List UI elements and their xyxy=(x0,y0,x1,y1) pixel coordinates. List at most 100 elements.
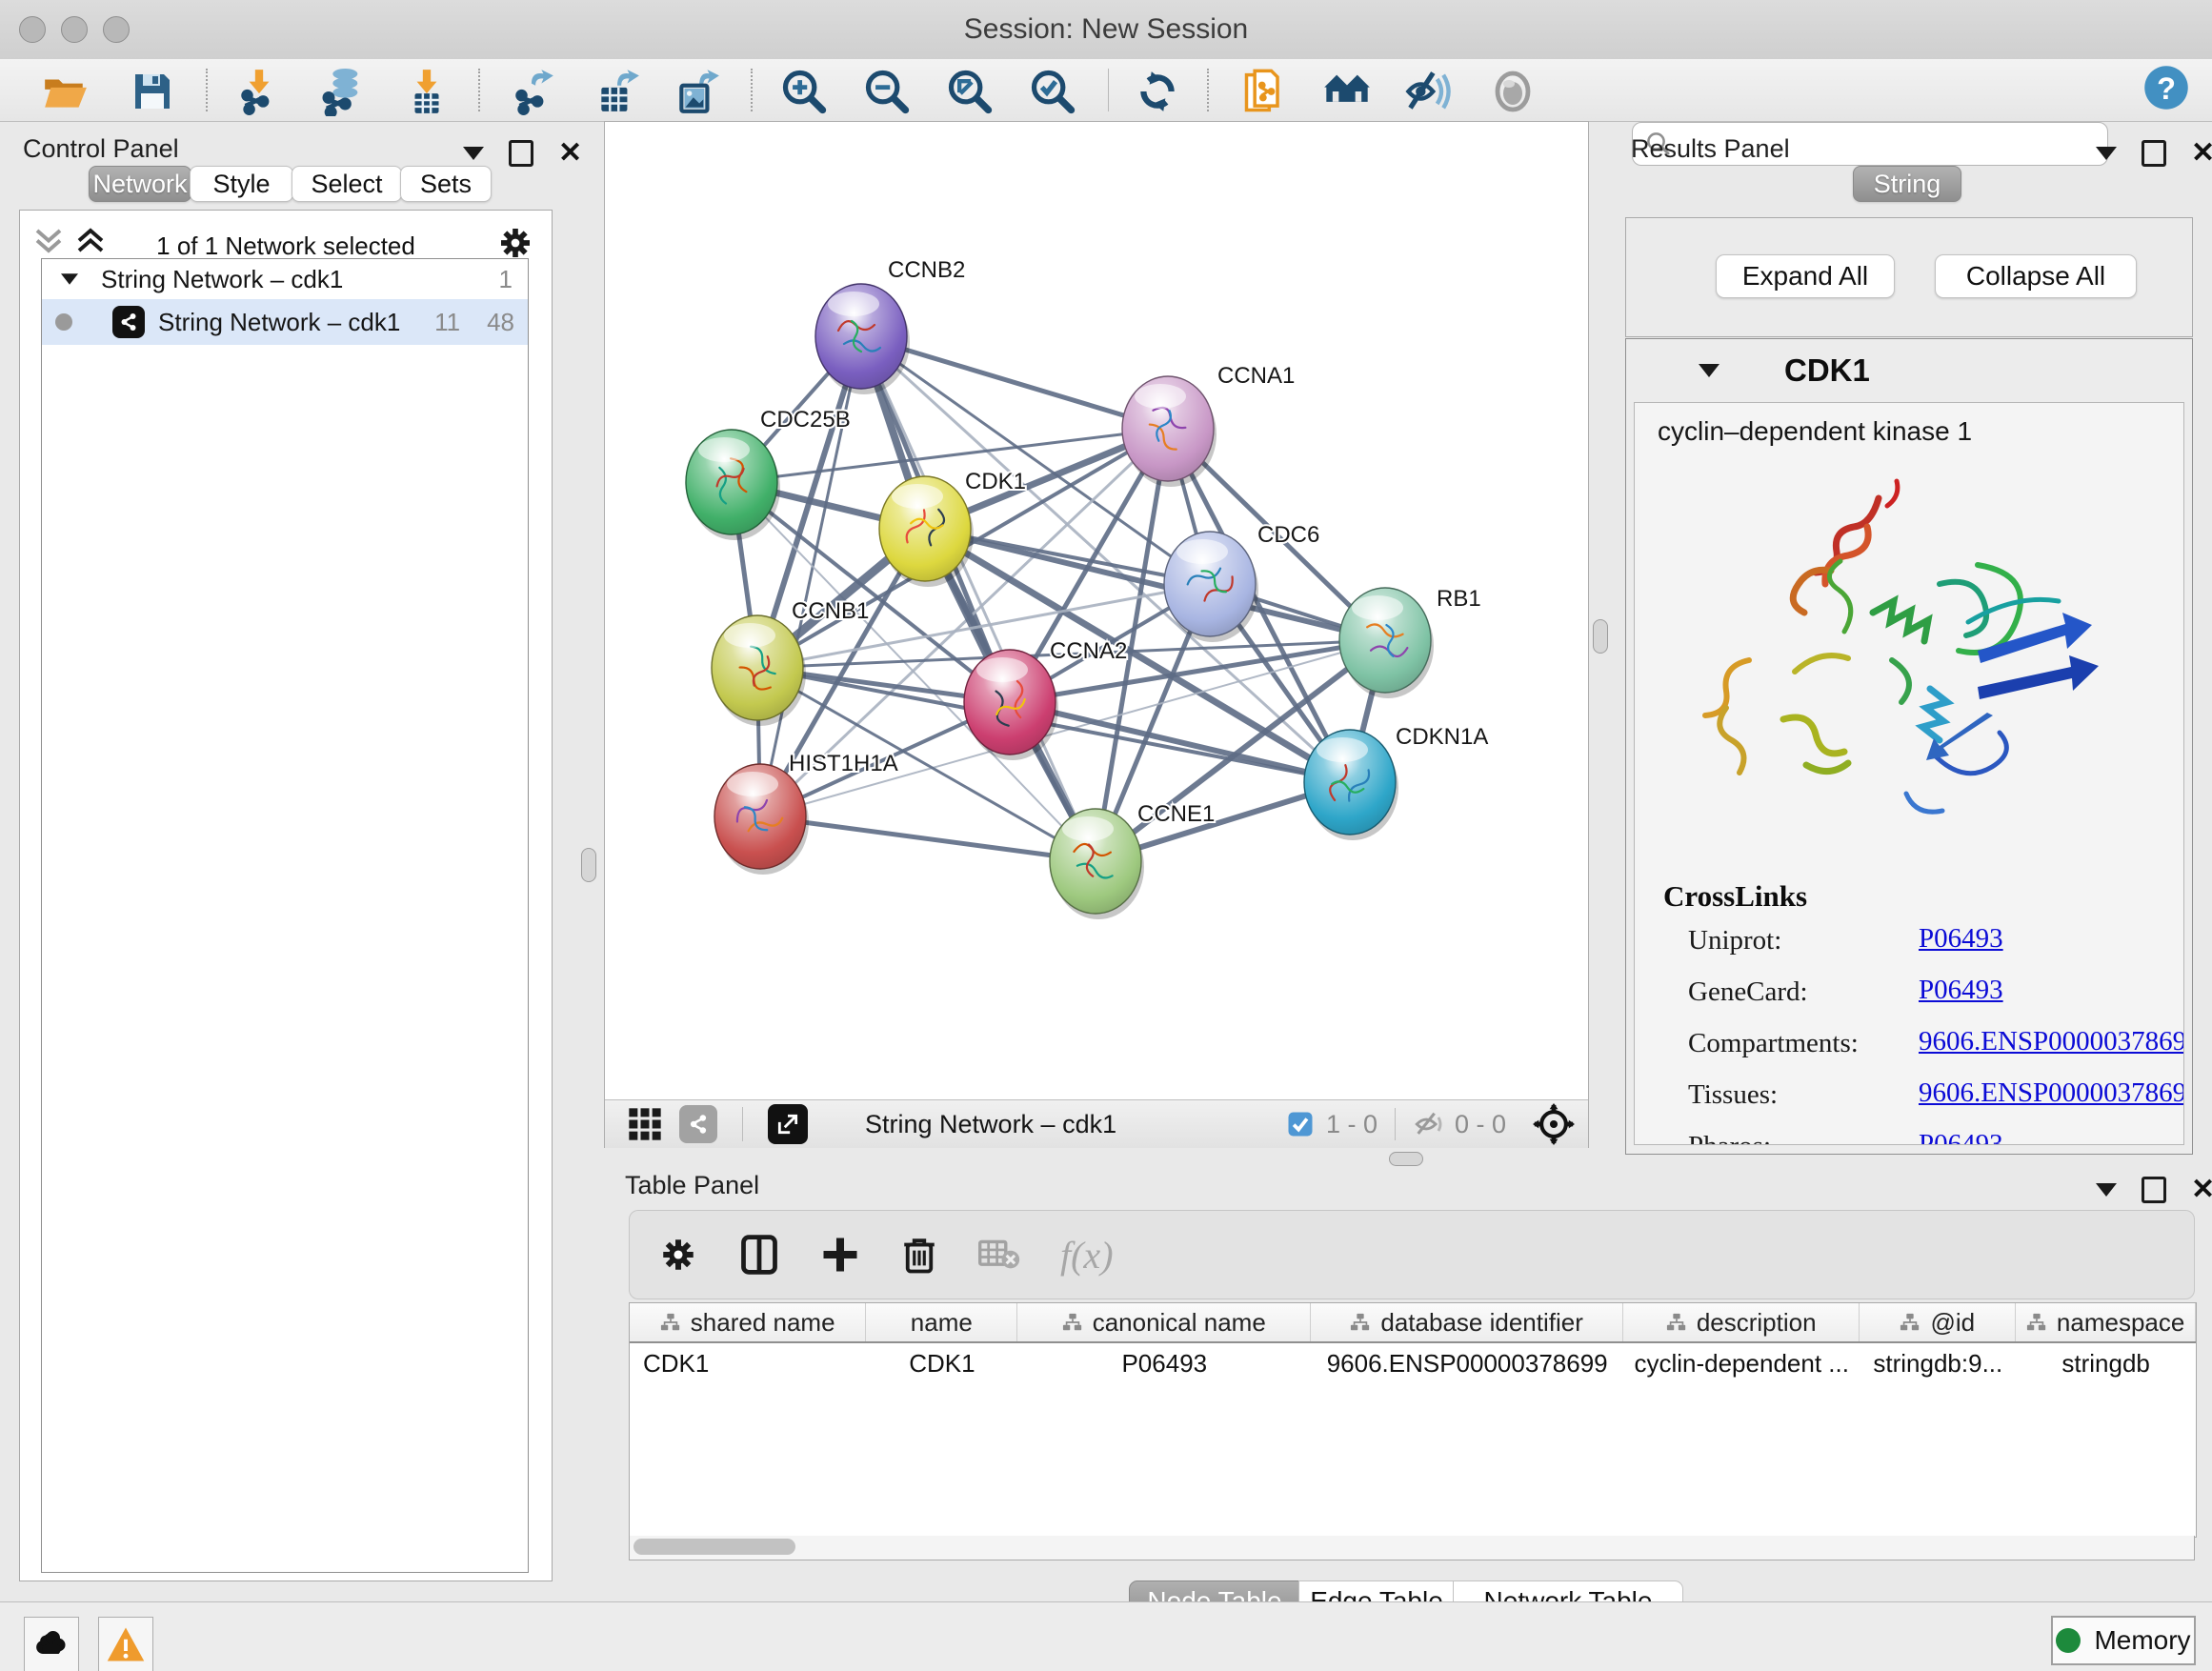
expand-all-button[interactable]: Expand All xyxy=(1716,254,1895,298)
panel-float-icon[interactable] xyxy=(509,140,533,167)
section-collapse-icon[interactable] xyxy=(1699,364,1719,377)
tab-string-results[interactable]: String xyxy=(1853,166,1961,202)
genecard-link[interactable]: P06493 xyxy=(1919,975,2003,1006)
network-node-ccnb1[interactable]: CCNB1 xyxy=(712,598,869,726)
zoom-out-icon[interactable] xyxy=(862,67,912,116)
node-label: CDKN1A xyxy=(1396,724,1488,750)
zoom-selected-icon[interactable] xyxy=(1028,67,1077,116)
tissues-link[interactable]: 9606.ENSP00000378699 xyxy=(1919,1077,2184,1109)
network-node-cdkn1a[interactable]: CDKN1A xyxy=(1304,724,1488,840)
node-label: CDK1 xyxy=(965,469,1026,494)
grid-view-icon[interactable] xyxy=(626,1105,664,1143)
zoom-fit-icon[interactable] xyxy=(945,67,995,116)
column-type-icon xyxy=(1062,1312,1083,1333)
hidden-eye-icon[interactable] xyxy=(1413,1108,1445,1140)
panel-menu-icon[interactable] xyxy=(2096,1183,2117,1197)
network-node-cdk1[interactable]: CDK1 xyxy=(879,469,1026,587)
show-eye-icon[interactable] xyxy=(1488,67,1538,116)
network-node-rb1[interactable]: RB1 xyxy=(1339,586,1481,698)
network-node-ccna2[interactable]: CCNA2 xyxy=(964,638,1127,760)
zoom-in-icon[interactable] xyxy=(779,67,829,116)
node-count: 11 xyxy=(434,308,460,337)
network-collection-row[interactable]: String Network – cdk1 1 xyxy=(42,259,528,299)
protein-section-header[interactable]: CDK1 xyxy=(1626,339,2192,402)
export-image-icon[interactable] xyxy=(673,67,722,116)
warnings-button[interactable] xyxy=(98,1617,153,1671)
table-options-gear-icon[interactable] xyxy=(658,1235,698,1275)
panel-close-icon[interactable]: ✕ xyxy=(2191,1180,2212,1199)
table-cell[interactable]: stringdb:9... xyxy=(1860,1343,2016,1383)
selected-checkbox-icon[interactable] xyxy=(1286,1110,1315,1138)
pharos-link[interactable]: P06493 xyxy=(1919,1129,2003,1145)
panel-menu-icon[interactable] xyxy=(2096,147,2117,160)
export-network-icon[interactable] xyxy=(509,67,558,116)
tab-sets[interactable]: Sets xyxy=(400,166,492,202)
network-node-cdc25b[interactable]: CDC25B xyxy=(686,407,851,540)
birdseye-toggle-icon[interactable] xyxy=(1533,1103,1575,1145)
table-cell[interactable]: CDK1 xyxy=(630,1343,866,1383)
column-header-canonicalname[interactable]: canonical name xyxy=(1017,1303,1311,1341)
panel-float-icon[interactable] xyxy=(2142,140,2166,167)
homes-icon[interactable] xyxy=(1322,67,1372,116)
open-session-icon[interactable] xyxy=(40,67,90,116)
column-header-name[interactable]: name xyxy=(866,1303,1017,1341)
network-options-gear-icon[interactable] xyxy=(496,224,534,262)
memory-label: Memory xyxy=(2094,1625,2190,1656)
table-cell[interactable]: cyclin-dependent ... xyxy=(1623,1343,1860,1383)
delete-column-trash-icon[interactable] xyxy=(900,1235,938,1275)
network-overview-icon[interactable] xyxy=(679,1105,717,1143)
hide-eye-icon[interactable] xyxy=(1404,67,1454,116)
panel-close-icon[interactable]: ✕ xyxy=(558,144,582,163)
table-cell[interactable]: P06493 xyxy=(1017,1343,1311,1383)
save-session-icon[interactable] xyxy=(128,67,177,116)
tab-select[interactable]: Select xyxy=(292,166,402,202)
show-columns-icon[interactable] xyxy=(738,1234,780,1276)
vertical-splitter-handle[interactable] xyxy=(1593,619,1608,654)
import-network-database-icon[interactable] xyxy=(316,67,366,116)
panel-menu-icon[interactable] xyxy=(463,147,484,160)
protein-details: cyclin–dependent kinase 1 xyxy=(1634,402,2184,1145)
table-cell[interactable]: 9606.ENSP00000378699 xyxy=(1311,1343,1623,1383)
cloud-button[interactable] xyxy=(24,1617,79,1671)
network-edge[interactable] xyxy=(861,336,1096,861)
export-table-icon[interactable] xyxy=(593,67,642,116)
network-canvas[interactable]: CCNB2CCNA1CDC25BCDK1CDC6RB1CCNB1CCNA2CDK… xyxy=(605,122,1588,1099)
column-header-sharedname[interactable]: shared name xyxy=(630,1303,866,1341)
table-cell[interactable]: stringdb xyxy=(2016,1343,2196,1383)
network-edge[interactable] xyxy=(1010,702,1350,782)
column-header-databaseidentifier[interactable]: database identifier xyxy=(1311,1303,1623,1341)
refresh-view-icon[interactable] xyxy=(1133,67,1182,116)
create-column-plus-icon[interactable] xyxy=(820,1235,860,1275)
collapse-all-button[interactable]: Collapse All xyxy=(1935,254,2137,298)
memory-button[interactable]: Memory xyxy=(2051,1616,2196,1665)
network-node-ccnb2[interactable]: CCNB2 xyxy=(815,257,965,394)
panel-close-icon[interactable]: ✕ xyxy=(2191,144,2212,163)
table-row[interactable]: CDK1CDK1P064939606.ENSP00000378699cyclin… xyxy=(630,1343,2196,1383)
column-header-namespace[interactable]: namespace xyxy=(2016,1303,2196,1341)
node-label: CCNE1 xyxy=(1137,801,1215,827)
protein-description: cyclin–dependent kinase 1 xyxy=(1658,416,1972,447)
open-in-window-icon[interactable] xyxy=(768,1104,808,1144)
import-table-file-icon[interactable] xyxy=(402,67,452,116)
string-document-icon[interactable] xyxy=(1240,67,1290,116)
vertical-splitter-handle[interactable] xyxy=(581,848,596,882)
tab-style[interactable]: Style xyxy=(190,166,293,202)
table-cell[interactable]: CDK1 xyxy=(866,1343,1017,1383)
import-network-file-icon[interactable] xyxy=(234,67,284,116)
column-header-id[interactable]: @id xyxy=(1860,1303,2016,1341)
collapse-arrow-icon[interactable] xyxy=(61,273,78,284)
network-node-ccne1[interactable]: CCNE1 xyxy=(1050,801,1215,919)
compartments-link[interactable]: 9606.ENSP00000378699 xyxy=(1919,1026,2184,1057)
table-hscrollbar[interactable] xyxy=(629,1536,2195,1560)
uniprot-link[interactable]: P06493 xyxy=(1919,923,2003,955)
scrollbar-thumb[interactable] xyxy=(633,1539,795,1555)
column-header-description[interactable]: description xyxy=(1623,1303,1860,1341)
network-node-cdc6[interactable]: CDC6 xyxy=(1164,522,1319,642)
network-node-hist1h1a[interactable]: HIST1H1A xyxy=(714,751,898,875)
network-edge[interactable] xyxy=(760,816,1096,861)
help-icon[interactable]: ? xyxy=(2142,63,2191,112)
tab-network[interactable]: Network xyxy=(89,166,191,202)
network-row[interactable]: String Network – cdk1 11 48 xyxy=(42,299,528,345)
results-buttons-box: Expand All Collapse All xyxy=(1625,217,2193,337)
panel-float-icon[interactable] xyxy=(2142,1177,2166,1203)
